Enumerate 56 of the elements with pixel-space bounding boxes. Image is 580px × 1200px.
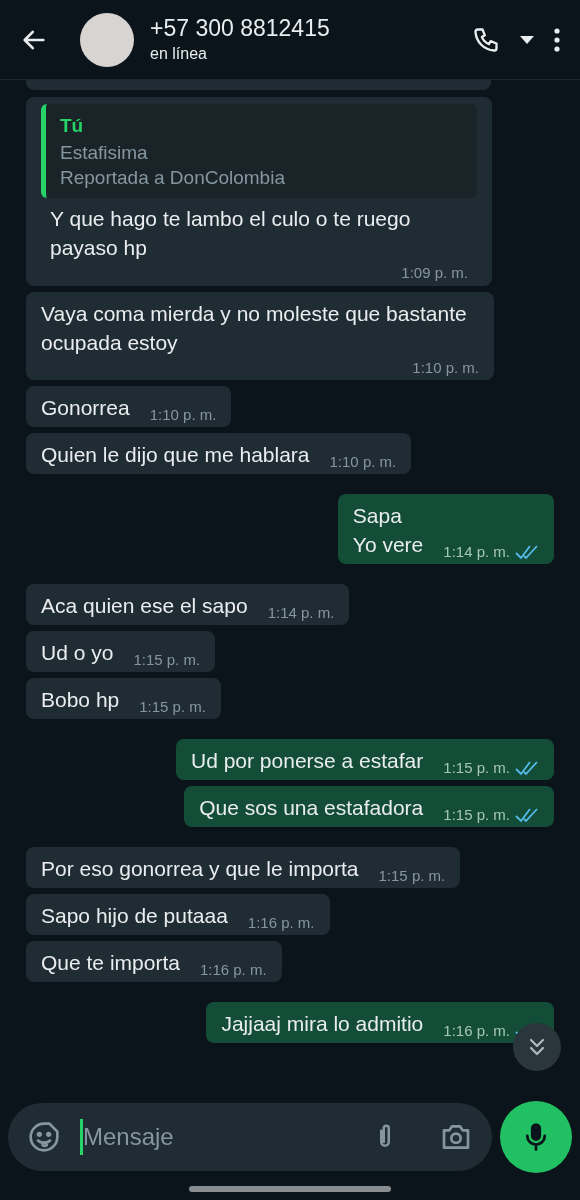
message-time: 1:16 p. m.: [247, 912, 315, 933]
phone-icon[interactable]: [472, 25, 500, 54]
contact-name: +57 300 8812415: [150, 13, 330, 42]
message-text: Ud o yo: [41, 640, 114, 666]
message-bubble[interactable]: Ud por ponerse a estafar 1:15 p. m.: [176, 739, 554, 780]
quote-author: Tú: [60, 114, 84, 138]
message-time: 1:16 p. m.: [443, 1020, 510, 1041]
scroll-down-button[interactable]: [513, 1023, 561, 1071]
message-bubble[interactable]: Que te importa 1:16 p. m.: [26, 941, 282, 982]
message-time: 1:14 p. m.: [443, 541, 510, 562]
message-bubble[interactable]: Aca quien ese el sapo 1:14 p. m.: [26, 584, 350, 625]
message-text: Jajjaaj mira lo admitio: [221, 1011, 424, 1037]
double-chevron-down-icon: [527, 1037, 547, 1057]
message-time: 1:14 p. m.: [267, 602, 335, 623]
message-text: Y que hago te lambo el culo o te ruego payaso hp: [49, 206, 412, 261]
message-text: Vaya coma mierda y no moleste que bastante ocupada estoy: [41, 300, 468, 356]
message-text: Sapa Yo vere: [352, 503, 424, 558]
message-bubble[interactable]: Jajjaaj mira lo admitio 1:16 p. m.: [206, 1002, 554, 1043]
message-time: 1:15 p. m.: [443, 757, 510, 778]
message-bubble[interactable]: Tú Estafisima Reportada a DonColombia Y que hago te lambo el culo o te ruego payaso hp 1:09 p. m.: [26, 97, 492, 286]
quoted-message[interactable]: Tú Estafisima Reportada a DonColombia: [41, 104, 477, 198]
message-bubble[interactable]: Por eso gonorrea y que le importa 1:15 p. m.: [26, 847, 461, 888]
message-text: Sapo hijo de putaaa: [41, 903, 228, 929]
message-time: 1:10 p. m.: [149, 404, 217, 425]
message-input-field[interactable]: Mensaje: [8, 1103, 493, 1171]
message-text: Por eso gonorrea y que le importa: [41, 856, 359, 882]
quote-text: Estafisima Reportada a DonColombia: [60, 141, 285, 190]
contact-avatar[interactable]: [80, 12, 134, 67]
message-bubble[interactable]: Vaya coma mierda y no moleste que bastante ocupada estoy 1:10 p. m.: [26, 291, 494, 380]
message-text: Que te importa: [41, 950, 180, 976]
message-bubble[interactable]: Sapo hijo de putaaa 1:16 p. m.: [26, 894, 330, 935]
message-time: 1:15 p. m.: [133, 649, 201, 670]
message-bubble[interactable]: Que sos una estafadora 1:15 p. m.: [184, 786, 554, 827]
message-time: 1:10 p. m.: [412, 357, 479, 378]
message-time: 1:15 p. m.: [378, 865, 446, 886]
message-time: 1:16 p. m.: [199, 959, 267, 980]
message-text: Gonorrea: [41, 395, 130, 421]
message-bubble[interactable]: Bobo hp 1:15 p. m.: [26, 678, 221, 719]
message-time: 1:15 p. m.: [443, 804, 510, 825]
sticker-icon[interactable]: [28, 1121, 60, 1153]
message-time: 1:15 p. m.: [139, 696, 206, 717]
message-text: Aca quien ese el sapo: [41, 593, 248, 619]
message-text: Ud por ponerse a estafar: [191, 748, 424, 774]
message-time: 1:09 p. m.: [401, 263, 468, 283]
message-text: Que sos una estafadora: [199, 795, 424, 821]
message-bubble[interactable]: Quien le dijo que me hablara 1:10 p. m.: [26, 433, 412, 474]
message-input[interactable]: Mensaje: [83, 1119, 353, 1155]
more-options-icon[interactable]: [554, 27, 560, 52]
message-bubble[interactable]: Sapa Yo vere 1:14 p. m.: [337, 494, 554, 564]
dropdown-caret-icon[interactable]: [520, 35, 534, 44]
message-text: Quien le dijo que me hablara: [41, 442, 310, 468]
contact-status: en línea: [150, 43, 208, 64]
message-text: Bobo hp: [41, 687, 120, 713]
message-time: 1:10 p. m.: [329, 451, 397, 472]
message-bubble[interactable]: Gonorrea 1:10 p. m.: [26, 386, 232, 427]
message-bubble[interactable]: Ud o yo 1:15 p. m.: [26, 631, 216, 672]
